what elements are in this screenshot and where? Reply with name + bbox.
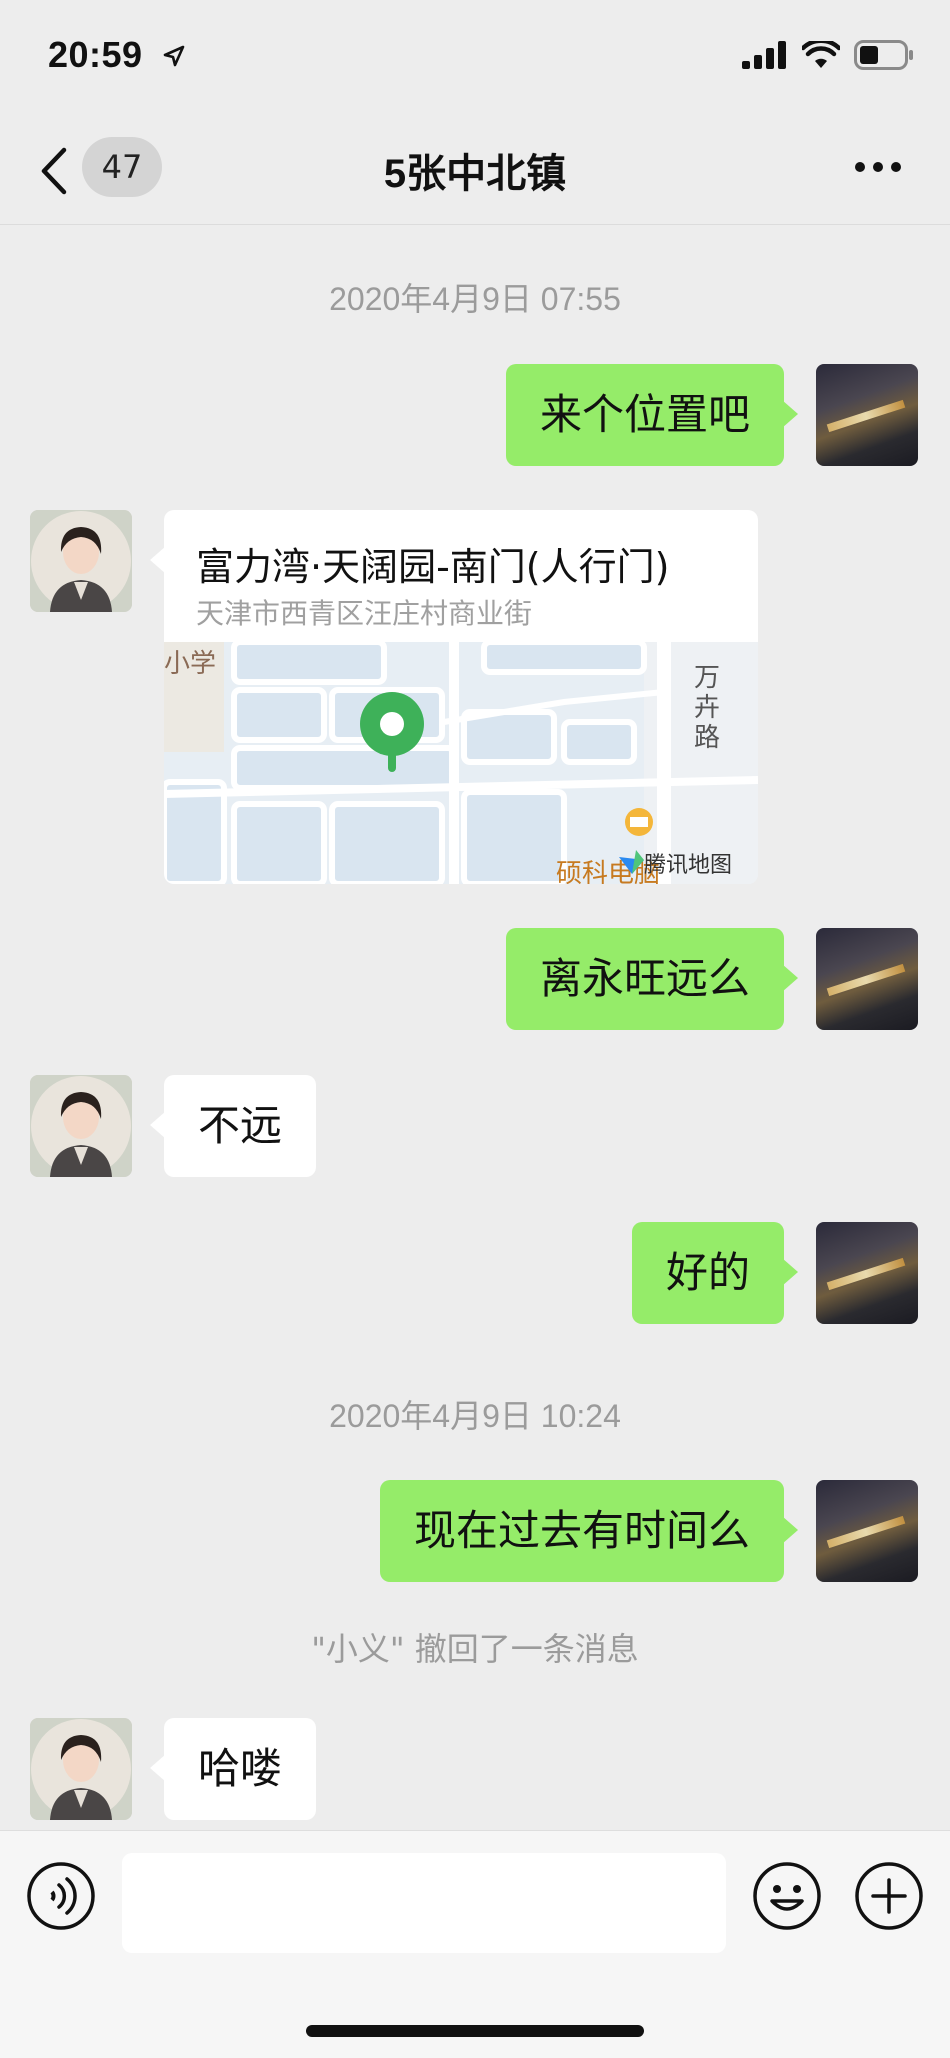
add-attachment-icon[interactable] <box>854 1861 924 1931</box>
message-input[interactable] <box>122 1853 726 1953</box>
map-label-school: 小学 <box>164 648 216 678</box>
my-avatar[interactable] <box>816 364 918 466</box>
my-avatar[interactable] <box>816 928 918 1030</box>
voice-input-icon[interactable] <box>26 1861 96 1931</box>
contact-avatar[interactable] <box>30 1718 132 1820</box>
message-timestamp: 2020年4月9日 10:24 <box>329 1398 621 1434</box>
message-timestamp: 2020年4月9日 07:55 <box>329 281 621 317</box>
emoji-icon[interactable] <box>752 1861 822 1931</box>
map-label-road-3: 路 <box>694 722 720 752</box>
more-options-icon[interactable] <box>854 160 902 174</box>
sent-message[interactable]: 好的 <box>631 1222 799 1324</box>
cellular-signal-icon <box>742 41 786 69</box>
contact-avatar[interactable] <box>30 510 132 612</box>
recall-notice: "小义" 撤回了一条消息 <box>311 1630 639 1668</box>
status-time: 20:59 <box>48 34 143 75</box>
received-message[interactable]: 哈喽 <box>149 1718 317 1820</box>
location-arrow-icon <box>163 45 185 67</box>
location-message-card[interactable]: 富力湾·天阔园-南门(人行门) 天津市西青区汪庄村商业街 小学 万 卉 路 硕科… <box>164 510 758 884</box>
location-address: 天津市西青区汪庄村商业街 <box>196 597 533 630</box>
contact-portrait-icon <box>30 1075 132 1177</box>
sent-message[interactable]: 现在过去有时间么 <box>379 1480 799 1582</box>
sent-message[interactable]: 离永旺远么 <box>505 928 799 1030</box>
contact-avatar[interactable] <box>30 1075 132 1177</box>
sent-message[interactable]: 来个位置吧 <box>505 364 799 466</box>
map-provider-label: 腾讯地图 <box>644 852 732 877</box>
battery-icon <box>854 40 913 70</box>
location-title: 富力湾·天阔园-南门(人行门) <box>196 545 670 589</box>
my-avatar[interactable] <box>816 1480 918 1582</box>
contact-portrait-icon <box>30 510 132 612</box>
chat-title: 5张中北镇 <box>383 152 567 196</box>
input-toolbar <box>0 1830 950 2058</box>
map-label-road-2: 卉 <box>694 692 720 722</box>
map-preview[interactable]: 小学 万 卉 路 硕科电脑 腾讯地图 <box>164 642 758 884</box>
wifi-icon <box>802 41 840 68</box>
map-label-road-1: 万 <box>694 662 720 692</box>
contact-portrait-icon <box>30 1718 132 1820</box>
home-indicator[interactable] <box>306 2025 644 2037</box>
received-message[interactable]: 不远 <box>149 1075 317 1177</box>
my-avatar[interactable] <box>816 1222 918 1324</box>
status-bar: 20:59 <box>0 0 950 118</box>
